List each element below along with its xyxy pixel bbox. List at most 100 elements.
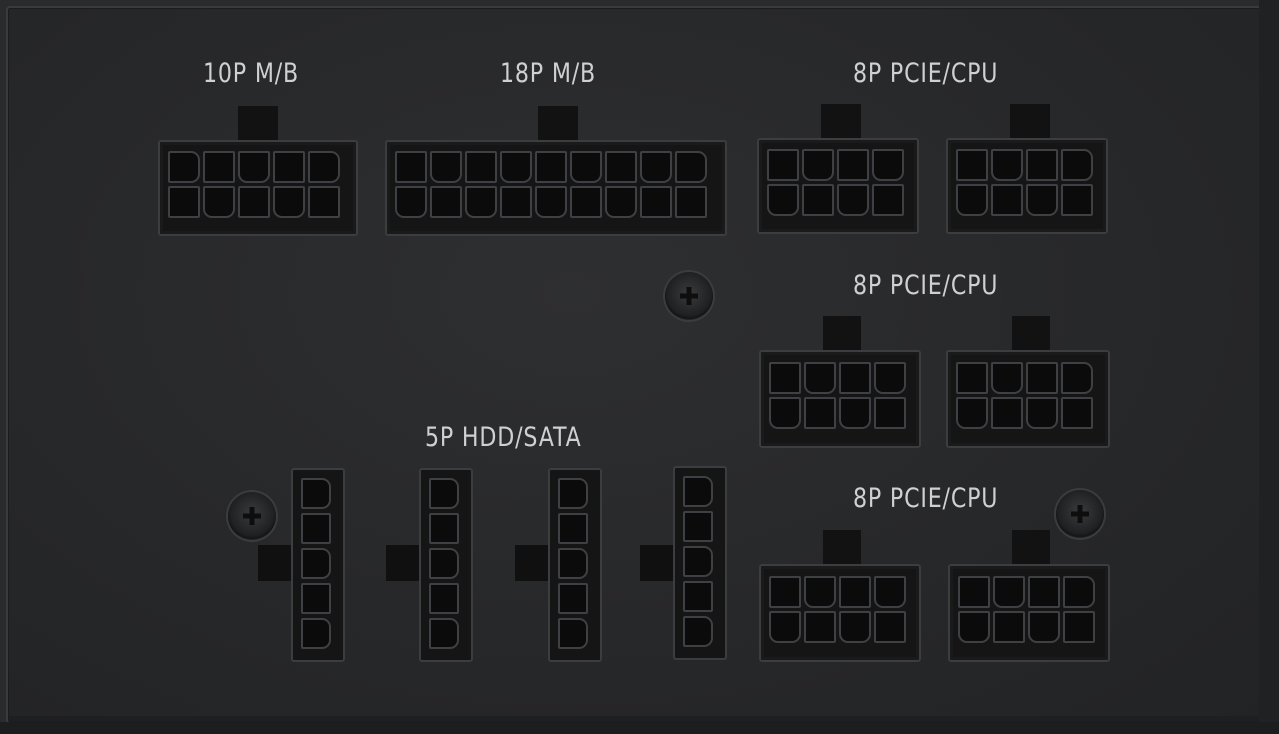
pin — [203, 151, 235, 183]
pin — [956, 184, 988, 216]
pin — [837, 149, 869, 181]
pin — [956, 149, 988, 181]
pin — [465, 151, 497, 183]
pin — [874, 611, 906, 643]
label-8p-pcie-bot: 8P PCIE/CPU — [853, 483, 999, 514]
latch-18p — [538, 106, 578, 142]
pin — [1026, 362, 1058, 394]
pin — [1026, 184, 1058, 216]
latch-sata-2 — [386, 545, 422, 581]
connector-pcie-3[interactable] — [759, 350, 921, 448]
pin-grid-10p — [168, 151, 340, 218]
pin — [1061, 397, 1093, 429]
pin — [570, 151, 602, 183]
connector-sata-1[interactable] — [291, 468, 345, 662]
pin — [273, 186, 305, 218]
pin — [804, 611, 836, 643]
pin — [301, 513, 331, 544]
pin — [558, 548, 588, 579]
pin — [168, 186, 200, 218]
pin — [535, 151, 567, 183]
pin — [872, 184, 904, 216]
pin — [273, 151, 305, 183]
pin — [465, 186, 497, 218]
pin — [605, 186, 637, 218]
pin — [675, 186, 707, 218]
panel-bottom-edge — [0, 722, 1279, 734]
pin-grid-pcie-4 — [956, 362, 1093, 429]
latch-sata-3 — [515, 545, 551, 581]
connector-pcie-2[interactable] — [946, 138, 1108, 234]
pin — [769, 576, 801, 608]
pin — [839, 362, 871, 394]
pin — [767, 149, 799, 181]
pin-grid-pcie-3 — [769, 362, 906, 429]
pin — [1028, 576, 1060, 608]
label-5p-hdd-sata: 5P HDD/SATA — [425, 422, 582, 453]
pin — [767, 184, 799, 216]
pin — [238, 186, 270, 218]
pin — [168, 151, 200, 183]
latch-pcie-5 — [823, 530, 861, 568]
pin — [558, 618, 588, 649]
pin — [769, 397, 801, 429]
pin — [991, 184, 1023, 216]
connector-sata-2[interactable] — [419, 468, 473, 662]
connector-sata-4[interactable] — [673, 466, 727, 660]
pin — [991, 149, 1023, 181]
pin — [1026, 397, 1058, 429]
pin — [802, 149, 834, 181]
latch-sata-4 — [640, 545, 676, 581]
connector-pcie-5[interactable] — [759, 564, 921, 662]
pin — [1063, 611, 1095, 643]
pin — [804, 362, 836, 394]
pin — [874, 576, 906, 608]
pin — [395, 186, 427, 218]
pin — [1061, 362, 1093, 394]
screw-icon — [665, 272, 713, 320]
connector-10p-mb[interactable] — [158, 140, 358, 236]
pin — [500, 151, 532, 183]
label-8p-pcie-mid: 8P PCIE/CPU — [853, 270, 999, 301]
latch-pcie-3 — [823, 316, 861, 354]
pin — [430, 186, 462, 218]
pin — [429, 513, 459, 544]
pin — [301, 618, 331, 649]
screw-icon — [228, 492, 276, 540]
pin — [991, 397, 1023, 429]
pin — [839, 611, 871, 643]
connector-sata-3[interactable] — [548, 468, 602, 662]
latch-pcie-4 — [1012, 316, 1050, 354]
pin-grid-sata-4 — [683, 476, 713, 647]
pin — [874, 362, 906, 394]
pin — [839, 576, 871, 608]
pin — [238, 151, 270, 183]
pin — [675, 151, 707, 183]
pin — [203, 186, 235, 218]
connector-pcie-6[interactable] — [948, 564, 1110, 662]
pin — [683, 511, 713, 542]
label-8p-pcie-top: 8P PCIE/CPU — [853, 58, 999, 89]
pin — [802, 184, 834, 216]
pin — [1063, 576, 1095, 608]
pin — [605, 151, 637, 183]
pin — [804, 397, 836, 429]
pin — [395, 151, 427, 183]
pin — [683, 581, 713, 612]
pin-grid-pcie-2 — [956, 149, 1093, 216]
pin — [570, 186, 602, 218]
pin — [958, 611, 990, 643]
pin — [769, 362, 801, 394]
pin-grid-sata-2 — [429, 478, 459, 649]
pin — [991, 362, 1023, 394]
pin — [308, 151, 340, 183]
connector-pcie-4[interactable] — [946, 350, 1110, 448]
pin — [640, 151, 672, 183]
pin — [874, 397, 906, 429]
pin — [301, 583, 331, 614]
pin — [558, 478, 588, 509]
pin-grid-sata-1 — [301, 478, 331, 649]
connector-18p-mb[interactable] — [385, 140, 727, 236]
connector-pcie-1[interactable] — [757, 138, 919, 234]
pin — [430, 151, 462, 183]
